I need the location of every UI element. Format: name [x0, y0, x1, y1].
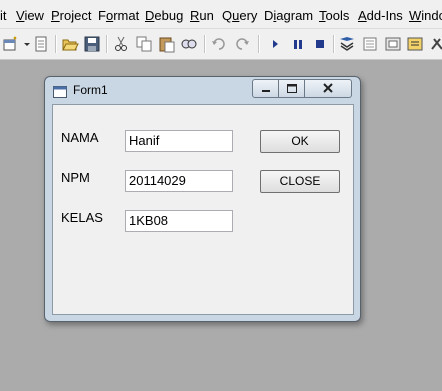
properties-icon[interactable] [361, 35, 379, 53]
maximize-button[interactable] [278, 79, 305, 98]
menu-edit[interactable]: it [0, 8, 7, 24]
form-client-area: NAMA Hanif NPM 20114029 KELAS 1KB08 OK C… [52, 104, 354, 315]
npm-label: NPM [61, 170, 90, 185]
save-icon[interactable] [83, 35, 101, 53]
form-title: Form1 [73, 83, 108, 97]
start-icon[interactable] [266, 35, 284, 53]
maximize-icon [287, 84, 297, 93]
menu-diagram[interactable]: Diagram [264, 8, 313, 24]
ok-button[interactable]: OK [260, 130, 340, 153]
npm-textbox[interactable]: 20114029 [125, 170, 233, 192]
toolbar-separator [55, 35, 57, 53]
toolbar-separator [106, 35, 108, 53]
close-window-button[interactable] [304, 79, 352, 98]
menu-window-rest: indo [421, 8, 442, 23]
nama-label: NAMA [61, 130, 99, 145]
kelas-label: KELAS [61, 210, 103, 225]
undo-icon[interactable] [210, 35, 228, 53]
close-icon [323, 83, 333, 93]
form-title-bar[interactable]: Form1 [45, 77, 360, 103]
menu-window[interactable]: Windo [409, 8, 442, 24]
menu-view[interactable]: View [16, 8, 44, 24]
menu-format[interactable]: Format [98, 8, 139, 24]
toolbar-separator [204, 35, 206, 53]
nama-textbox[interactable]: Hanif [125, 130, 233, 152]
toolbar-separator [333, 35, 335, 53]
find-icon[interactable] [180, 35, 198, 53]
redo-icon[interactable] [233, 35, 251, 53]
cut-icon[interactable] [112, 35, 130, 53]
form-layout-icon[interactable] [384, 35, 402, 53]
standard-toolbar [0, 29, 442, 60]
menu-project-rest: roject [59, 8, 92, 23]
menu-format-f: F [98, 8, 106, 23]
toolbox-icon[interactable] [428, 35, 442, 53]
menu-add-ins-rest: dd-Ins [366, 8, 403, 23]
menu-project[interactable]: Project [51, 8, 91, 24]
menu-tools-rest: ools [325, 8, 350, 23]
close-button[interactable]: CLOSE [260, 170, 340, 193]
menu-query-rest: ery [239, 8, 258, 23]
menu-diagram-d: D [264, 8, 274, 23]
paste-icon[interactable] [158, 35, 176, 53]
project-explorer-icon[interactable] [338, 35, 356, 53]
menu-diagram-rest: agram [276, 8, 314, 23]
menu-query-q: Q [222, 8, 233, 23]
menu-editor-icon[interactable] [32, 35, 50, 53]
menu-view-rest: iew [24, 8, 44, 23]
end-icon[interactable] [311, 35, 329, 53]
dropdown-arrow-icon[interactable] [18, 35, 30, 53]
form-window[interactable]: Form1 NAMA Hanif NPM 20114029 KELAS 1KB0… [44, 76, 361, 322]
minimize-icon [262, 90, 270, 92]
copy-icon[interactable] [135, 35, 153, 53]
open-icon[interactable] [61, 35, 79, 53]
kelas-textbox[interactable]: 1KB08 [125, 210, 233, 232]
minimize-button[interactable] [252, 79, 279, 98]
break-icon[interactable] [289, 35, 307, 53]
menu-run[interactable]: Run [190, 8, 214, 24]
object-browser-icon[interactable] [406, 35, 424, 53]
menu-add-ins[interactable]: Add-Ins [358, 8, 403, 24]
menu-bar: it View Project Format Debug Run Query D… [0, 0, 442, 29]
menu-tools[interactable]: Tools [319, 8, 349, 24]
toolbar-separator [258, 35, 260, 53]
menu-debug-rest: ebug [154, 8, 184, 23]
form-icon [53, 85, 67, 98]
menu-run-rest: un [199, 8, 214, 23]
menu-debug[interactable]: Debug [145, 8, 183, 24]
menu-query[interactable]: Query [222, 8, 257, 24]
menu-format-rest: rmat [113, 8, 140, 23]
